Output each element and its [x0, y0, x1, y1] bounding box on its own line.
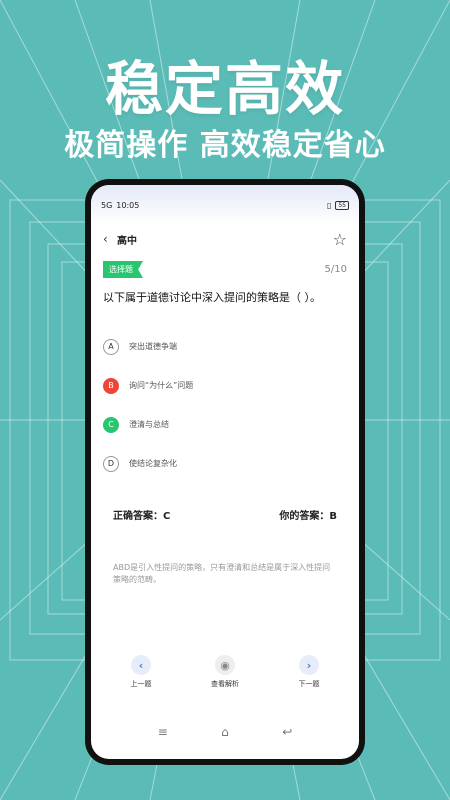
home-icon[interactable]: ⌂: [221, 725, 229, 739]
page-title: 高中: [117, 235, 137, 247]
next-question-label: 下一题: [298, 680, 320, 688]
battery-icon: 55: [335, 200, 349, 210]
option-b-letter: B: [103, 377, 119, 394]
favorite-star-icon[interactable]: ☆: [333, 230, 347, 249]
options-list: A 突出道德争端 B 询问“为什么”问题 C 澄清与总结 D 使结论复杂化: [91, 327, 359, 483]
option-a-letter: A: [103, 338, 119, 355]
signal-icon: 5G: [101, 200, 113, 210]
option-b[interactable]: B 询问“为什么”问题: [103, 366, 347, 405]
back-arrow-icon[interactable]: ↩: [282, 725, 292, 739]
menu-icon[interactable]: ≡: [158, 725, 168, 739]
view-analysis-button[interactable]: ◉ 查看解析: [195, 655, 255, 689]
option-b-text: 询问“为什么”问题: [129, 381, 194, 390]
system-nav-bar: ≡ ⌂ ↩: [91, 725, 359, 739]
status-time: 10:05: [116, 200, 140, 210]
option-c-letter: C: [103, 416, 119, 433]
chevron-left-icon: ‹: [131, 655, 151, 675]
view-analysis-label: 查看解析: [211, 680, 239, 688]
nav-bar: ‹ 高中 ☆: [91, 225, 359, 253]
option-d-text: 使结论复杂化: [129, 459, 177, 468]
option-d-letter: D: [103, 455, 119, 472]
promo-headline: 稳定高效: [104, 55, 345, 123]
promo-subline: 极简操作 高效稳定省心: [64, 128, 386, 163]
vibrate-icon: ▯: [326, 200, 332, 210]
question-type-tag: 选择题: [103, 261, 143, 278]
phone-frame: 5G 10:05 ▯ 55 ‹ 高中 ☆ 选择题 5/10 以下属于道德讨论中深…: [85, 179, 365, 765]
eye-icon: ◉: [215, 655, 235, 675]
option-a-text: 突出道德争端: [129, 342, 177, 351]
option-a[interactable]: A 突出道德争端: [103, 327, 347, 366]
prev-question-button[interactable]: ‹ 上一题: [111, 655, 171, 689]
status-bar: 5G 10:05 ▯ 55: [91, 185, 359, 225]
prev-question-label: 上一题: [130, 680, 152, 688]
option-d[interactable]: D 使结论复杂化: [103, 444, 347, 483]
bottom-actions: ‹ 上一题 ◉ 查看解析 › 下一题: [91, 655, 359, 689]
question-header: 选择题 5/10: [91, 261, 359, 278]
phone-screen: 5G 10:05 ▯ 55 ‹ 高中 ☆ 选择题 5/10 以下属于道德讨论中深…: [91, 185, 359, 759]
chevron-right-icon: ›: [299, 655, 319, 675]
answer-summary: 正确答案：C 你的答案：B: [91, 507, 359, 522]
analysis-text: ABD是引入性提问的策略，只有澄清和总结是属于深入性提问策略的范畴。: [113, 563, 331, 584]
back-icon[interactable]: ‹: [103, 232, 117, 246]
question-text: 以下属于道德讨论中深入提问的策略是（ ）。: [103, 291, 321, 304]
your-answer: 你的答案：B: [279, 511, 337, 522]
question-progress: 5/10: [324, 264, 347, 275]
correct-answer: 正确答案：C: [113, 511, 171, 522]
next-question-button[interactable]: › 下一题: [279, 655, 339, 689]
option-c-text: 澄清与总结: [129, 420, 169, 429]
option-c[interactable]: C 澄清与总结: [103, 405, 347, 444]
